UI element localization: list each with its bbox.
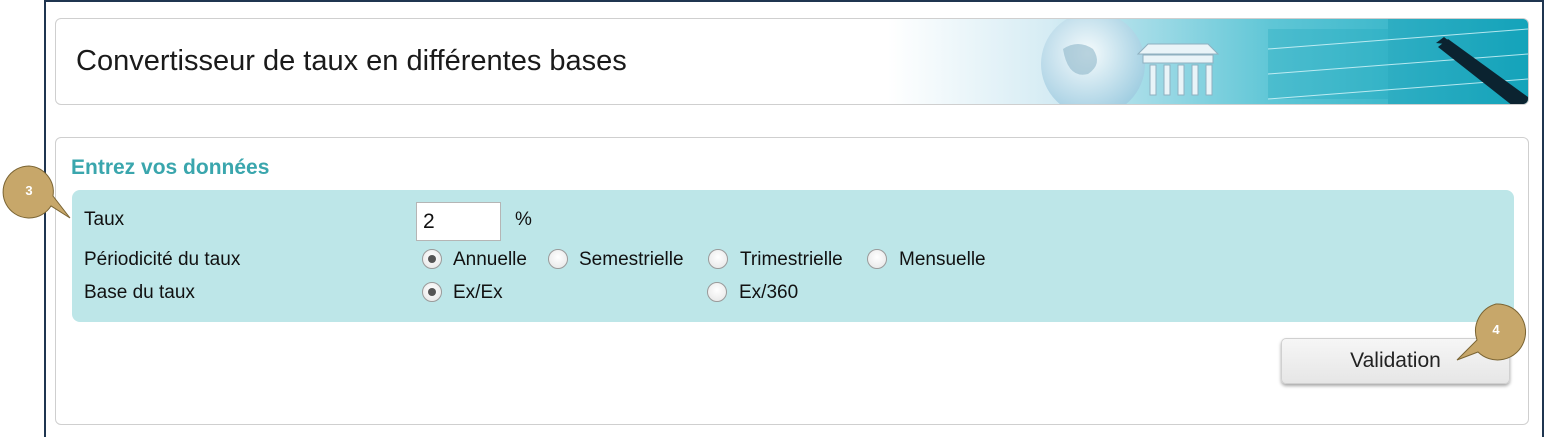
periodicity-annual-label[interactable]: Annuelle [453,249,527,271]
periodicity-monthly-radio[interactable] [867,249,887,269]
rate-input[interactable] [416,202,501,241]
periodicity-annual-radio[interactable] [422,249,442,269]
callout-number-3: 3 [25,183,33,198]
base-label: Base du taux [84,282,195,303]
section-title: Entrez vos données [71,156,270,179]
base-exex-radio[interactable] [422,282,442,302]
periodicity-quarterly-radio[interactable] [708,249,728,269]
periodicity-label: Périodicité du taux [84,249,241,270]
periodicity-quarterly-label[interactable]: Trimestrielle [740,249,843,271]
callout-number-4: 4 [1492,322,1500,337]
periodicity-monthly-label[interactable]: Mensuelle [899,249,986,271]
base-ex360-radio[interactable] [707,282,727,302]
callout-badge-4: 4 [1455,302,1530,364]
periodicity-semiannual-label[interactable]: Semestrielle [579,249,684,271]
periodicity-semiannual-radio[interactable] [548,249,568,269]
rate-label: Taux [84,209,125,230]
page-header: Convertisseur de taux en différentes bas… [55,18,1529,105]
page-title: Convertisseur de taux en différentes bas… [76,45,627,77]
callout-badge-3: 3 [0,162,75,222]
base-ex360-label[interactable]: Ex/360 [739,282,798,304]
finance-banner-image [888,19,1528,104]
base-exex-label[interactable]: Ex/Ex [453,282,503,304]
percent-unit: % [515,209,532,230]
